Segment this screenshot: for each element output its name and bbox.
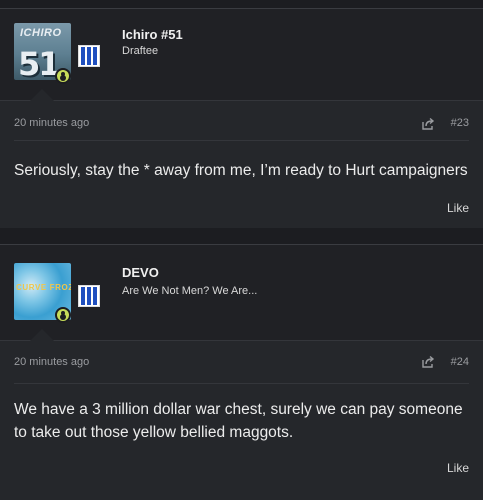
post: ICHIRO 51 Ichiro #51 Draftee 20 minutes … [0,8,483,228]
post-header: CURVE FROZEN DEVO Are We Not Men? We Are… [0,245,483,341]
header-arrow [30,329,54,341]
share-icon[interactable] [421,117,435,131]
flair-badge [78,45,100,67]
divider [14,140,469,141]
post: CURVE FROZEN DEVO Are We Not Men? We Are… [0,244,483,500]
post-number[interactable]: #23 [451,117,469,129]
avatar-text: ICHIRO [20,27,62,39]
user-title: Are We Not Men? We Are... [122,285,258,297]
avatar-text: CURVE FROZEN [16,283,71,292]
post-timestamp[interactable]: 20 minutes ago [14,356,89,368]
divider [14,383,469,384]
post-timestamp[interactable]: 20 minutes ago [14,117,89,129]
user-status-icon [55,68,71,84]
username[interactable]: DEVO [122,265,159,280]
post-body: Seriously, stay the * away from me, I’m … [14,162,468,179]
post-number[interactable]: #24 [451,356,469,368]
avatar-number: 51 [18,45,61,80]
header-arrow [30,89,54,101]
username[interactable]: Ichiro #51 [122,27,183,42]
like-button[interactable]: Like [447,201,469,215]
flair-badge [78,285,100,307]
share-icon[interactable] [421,355,435,369]
user-status-icon [55,307,71,323]
user-title: Draftee [122,45,159,57]
like-button[interactable]: Like [447,461,469,475]
post-header: ICHIRO 51 Ichiro #51 Draftee [0,9,483,101]
post-body: We have a 3 million dollar war chest, su… [14,401,463,441]
